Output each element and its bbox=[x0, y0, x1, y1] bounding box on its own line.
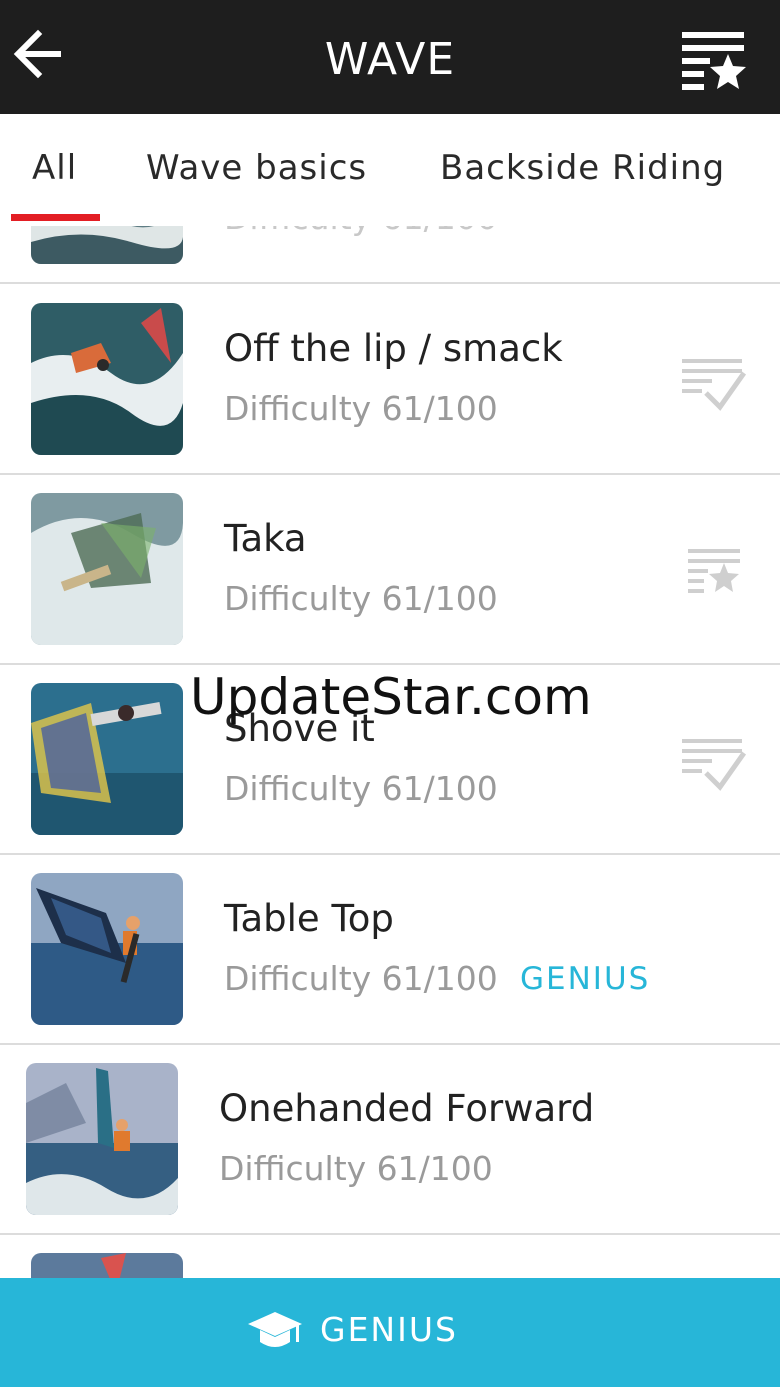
list-item[interactable]: Table Top Difficulty 61/100 GENIUS bbox=[0, 855, 780, 1045]
trick-list[interactable]: Difficulty 61/100 Off the lip / smack Di… bbox=[0, 226, 780, 1278]
active-tab-indicator bbox=[11, 214, 100, 221]
tab-all[interactable]: All bbox=[32, 148, 77, 188]
trick-thumbnail bbox=[26, 1063, 178, 1215]
trick-difficulty: Difficulty 61/100 bbox=[224, 226, 498, 237]
trick-thumbnail bbox=[31, 303, 183, 455]
genius-badge: GENIUS bbox=[520, 961, 651, 997]
trick-thumbnail bbox=[31, 873, 183, 1025]
favorites-button[interactable] bbox=[676, 26, 752, 98]
list-item[interactable]: Difficulty 61/100 bbox=[0, 226, 780, 284]
graduation-cap-icon bbox=[248, 1312, 302, 1347]
list-star-icon bbox=[682, 32, 746, 90]
back-button[interactable] bbox=[10, 24, 70, 84]
list-star-icon bbox=[688, 549, 740, 593]
genius-button[interactable]: GENIUS bbox=[0, 1278, 780, 1387]
trick-title: Table Top bbox=[224, 897, 394, 940]
favorite-button[interactable] bbox=[680, 545, 748, 605]
list-item[interactable]: Taka Difficulty 61/100 bbox=[0, 475, 780, 665]
trick-title: Shove it bbox=[224, 707, 375, 750]
trick-title: Off the lip / smack bbox=[224, 327, 563, 370]
trick-difficulty: Difficulty 61/100 bbox=[219, 1149, 493, 1188]
page-title: WAVE bbox=[324, 34, 456, 85]
add-to-list-button[interactable] bbox=[680, 735, 748, 795]
trick-difficulty: Difficulty 61/100 bbox=[224, 389, 498, 428]
trick-difficulty: Difficulty 61/100 bbox=[224, 769, 498, 808]
arrow-left-icon bbox=[13, 29, 61, 79]
list-check-icon bbox=[682, 739, 747, 791]
list-item[interactable]: Off the lip / smack Difficulty 61/100 bbox=[0, 285, 780, 475]
trick-difficulty: Difficulty 61/100 bbox=[224, 959, 498, 998]
list-item[interactable] bbox=[0, 1235, 780, 1278]
trick-title: Onehanded Forward bbox=[219, 1087, 595, 1130]
add-to-list-button[interactable] bbox=[680, 355, 748, 415]
tab-wave-basics[interactable]: Wave basics bbox=[146, 148, 367, 188]
trick-thumbnail bbox=[31, 1253, 183, 1278]
trick-thumbnail bbox=[31, 226, 183, 264]
top-bar: WAVE bbox=[0, 0, 780, 114]
tab-backside-riding[interactable]: Backside Riding bbox=[440, 148, 725, 188]
trick-difficulty: Difficulty 61/100 bbox=[224, 579, 498, 618]
trick-thumbnail bbox=[31, 683, 183, 835]
category-tabs: All Wave basics Backside Riding bbox=[0, 114, 780, 226]
list-check-icon bbox=[682, 359, 747, 411]
trick-title: Taka bbox=[224, 517, 307, 560]
trick-thumbnail bbox=[31, 493, 183, 645]
genius-label: GENIUS bbox=[320, 1310, 458, 1349]
list-item[interactable]: Onehanded Forward Difficulty 61/100 bbox=[0, 1045, 780, 1235]
list-item[interactable]: Shove it Difficulty 61/100 bbox=[0, 665, 780, 855]
